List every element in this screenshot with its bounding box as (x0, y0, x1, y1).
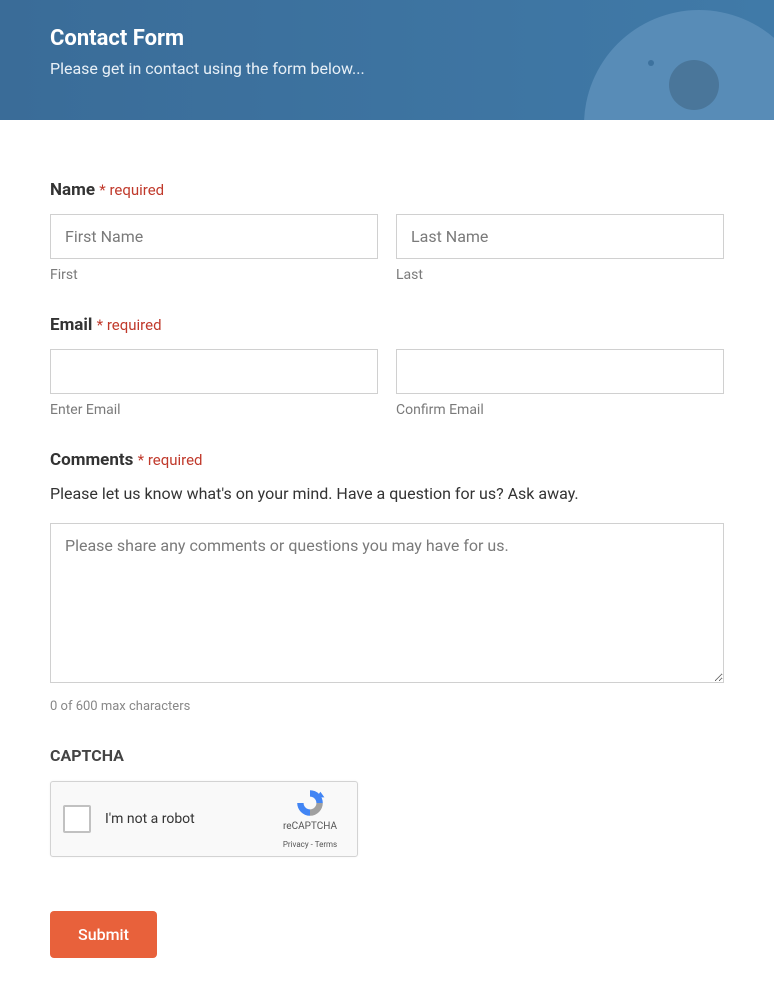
page-title: Contact Form (50, 26, 724, 51)
name-label-text: Name (50, 180, 95, 200)
last-name-sublabel: Last (396, 267, 724, 283)
name-field-group: Name * required First Last (50, 180, 724, 283)
page-subtitle: Please get in contact using the form bel… (50, 59, 724, 78)
recaptcha-branding: reCAPTCHA Privacy - Terms (275, 787, 345, 851)
email-label-text: Email (50, 315, 92, 335)
email-field-group: Email * required Enter Email Confirm Ema… (50, 315, 724, 418)
recaptcha-text: I'm not a robot (105, 811, 275, 827)
recaptcha-links: Privacy - Terms (283, 840, 337, 849)
comments-required-indicator: * required (138, 451, 203, 469)
comments-char-counter: 0 of 600 max characters (50, 699, 724, 714)
captcha-label: CAPTCHA (50, 746, 724, 765)
captcha-field-group: CAPTCHA I'm not a robot reCAPTCHA Privac… (50, 746, 724, 857)
first-name-sublabel: First (50, 267, 378, 283)
name-label: Name * required (50, 180, 724, 200)
recaptcha-privacy-link[interactable]: Privacy (283, 840, 309, 849)
email-confirm-sublabel: Confirm Email (396, 402, 724, 418)
recaptcha-checkbox[interactable] (63, 805, 91, 833)
first-name-input[interactable] (50, 214, 378, 259)
email-enter-sublabel: Enter Email (50, 402, 378, 418)
recaptcha-terms-link[interactable]: Terms (315, 840, 337, 849)
name-required-indicator: * required (99, 181, 164, 199)
last-name-input[interactable] (396, 214, 724, 259)
email-input[interactable] (50, 349, 378, 394)
submit-button[interactable]: Submit (50, 911, 157, 958)
confirm-email-input[interactable] (396, 349, 724, 394)
comments-label-text: Comments (50, 450, 133, 470)
comments-description: Please let us know what's on your mind. … (50, 484, 724, 503)
recaptcha-widget: I'm not a robot reCAPTCHA Privacy - Term… (50, 781, 358, 857)
comments-label: Comments * required (50, 450, 724, 470)
recaptcha-logo-icon (294, 787, 326, 819)
email-required-indicator: * required (97, 316, 162, 334)
page-header: Contact Form Please get in contact using… (0, 0, 774, 120)
contact-form: Name * required First Last Email * requi… (0, 120, 774, 988)
comments-textarea[interactable] (50, 523, 724, 683)
comments-field-group: Comments * required Please let us know w… (50, 450, 724, 714)
recaptcha-brand-text: reCAPTCHA (275, 821, 345, 832)
email-label: Email * required (50, 315, 724, 335)
